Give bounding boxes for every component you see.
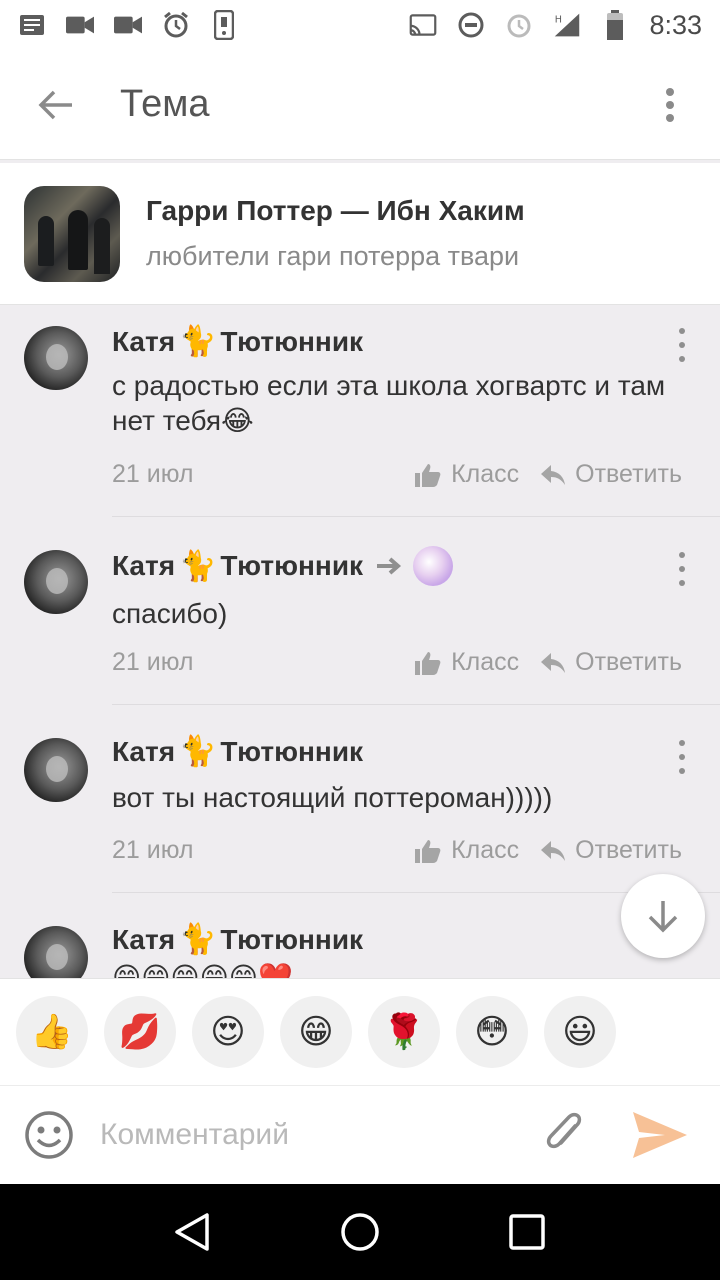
nav-home-button[interactable] bbox=[330, 1202, 390, 1262]
send-icon bbox=[633, 1112, 687, 1158]
comment-menu-button[interactable] bbox=[674, 740, 690, 774]
comment-item: Катя 🐈 Тютюнник спасибо) 21 июл Класс Отве… bbox=[0, 518, 720, 706]
system-nav-bar bbox=[0, 1184, 720, 1280]
alarm-icon bbox=[505, 12, 533, 38]
comment-author[interactable]: Катя 🐈 Тютюнник bbox=[112, 734, 363, 769]
sticker-thumbs-up[interactable]: 👍 bbox=[16, 996, 88, 1068]
video-icon bbox=[114, 12, 142, 38]
comment-date: 21 июл bbox=[112, 836, 194, 864]
more-vertical-icon bbox=[666, 87, 674, 122]
status-bar: H 8:33 bbox=[0, 0, 720, 50]
comment-text: 😁😁😁😁😁❤️ bbox=[112, 962, 293, 978]
quick-sticker-bar: 👍 💋 😍 😁 🌹 😳 😃 bbox=[0, 978, 720, 1085]
group-avatar[interactable] bbox=[24, 185, 120, 282]
comment-item: Катя 🐈 Тютюнник 😁😁😁😁😁❤️ bbox=[0, 894, 720, 978]
divider bbox=[112, 516, 720, 517]
comment-list[interactable]: Катя 🐈 Тютюнник с радостью если эта школа … bbox=[0, 306, 720, 978]
like-button[interactable]: Класс bbox=[415, 460, 519, 489]
comment-input-bar bbox=[0, 1085, 720, 1184]
comment-date: 21 июл bbox=[112, 648, 194, 676]
reply-icon bbox=[541, 652, 566, 673]
svg-text:H: H bbox=[555, 14, 562, 25]
group-subtitle: любители гари потерра твари bbox=[146, 241, 520, 271]
comment-author[interactable]: Катя 🐈 Тютюнник bbox=[112, 922, 363, 957]
dnd-icon bbox=[457, 12, 485, 38]
reply-button[interactable]: Ответить bbox=[541, 836, 682, 865]
attach-button[interactable] bbox=[540, 1108, 590, 1162]
avatar[interactable] bbox=[24, 550, 88, 614]
reply-icon bbox=[541, 840, 566, 861]
send-button[interactable] bbox=[630, 1108, 690, 1162]
smiley-icon bbox=[25, 1111, 73, 1159]
page-title: Тема bbox=[120, 83, 210, 125]
phone-icon bbox=[210, 10, 238, 40]
nav-back-button[interactable] bbox=[163, 1202, 223, 1262]
paperclip-icon bbox=[546, 1112, 582, 1149]
group-name[interactable]: Гарри Поттер — Ибн Хаким bbox=[146, 195, 525, 227]
battery-icon bbox=[601, 10, 629, 40]
arrow-down-icon bbox=[648, 901, 678, 933]
square-recents-icon bbox=[508, 1214, 545, 1250]
video-icon bbox=[66, 12, 94, 38]
comment-date: 21 июл bbox=[112, 460, 194, 488]
alarm-icon bbox=[162, 11, 190, 38]
comment-text: с радостью если эта школа хогвартс и там… bbox=[112, 370, 666, 436]
app-bar: Тема bbox=[0, 50, 720, 160]
scroll-down-button[interactable] bbox=[621, 874, 705, 958]
avatar[interactable] bbox=[24, 326, 88, 390]
news-icon bbox=[18, 12, 46, 38]
cat-emoji-icon: 🐈 bbox=[179, 923, 217, 956]
comment-item: Катя 🐈 Тютюнник с радостью если эта школа … bbox=[0, 306, 720, 518]
signal-icon: H bbox=[553, 12, 581, 38]
group-header[interactable]: Гарри Поттер — Ибн Хаким любители гари п… bbox=[0, 163, 720, 305]
sticker-heart-eyes[interactable]: 😍 bbox=[192, 996, 264, 1068]
avatar[interactable] bbox=[24, 926, 88, 978]
comment-menu-button[interactable] bbox=[674, 552, 690, 586]
comment-input[interactable] bbox=[100, 1105, 520, 1165]
comment-author[interactable]: Катя 🐈 Тютюнник bbox=[112, 546, 454, 586]
emoji-button[interactable] bbox=[22, 1108, 76, 1162]
circle-home-icon bbox=[341, 1213, 379, 1251]
thumbs-up-icon bbox=[415, 463, 441, 487]
comment-item: Катя 🐈 Тютюнник вот ты настоящий поттерома… bbox=[0, 706, 720, 894]
cast-icon bbox=[409, 12, 437, 38]
nav-recents-button[interactable] bbox=[497, 1202, 557, 1262]
overflow-menu-button[interactable] bbox=[650, 77, 690, 133]
comment-author[interactable]: Катя 🐈 Тютюнник bbox=[112, 324, 363, 359]
reply-button[interactable]: Ответить bbox=[541, 648, 682, 677]
thumbs-up-icon bbox=[415, 651, 441, 675]
comment-menu-button[interactable] bbox=[674, 328, 690, 362]
like-button[interactable]: Класс bbox=[415, 836, 519, 865]
comment-text: спасибо) bbox=[112, 598, 228, 629]
thumbs-up-icon bbox=[415, 839, 441, 863]
like-button[interactable]: Класс bbox=[415, 648, 519, 677]
reply-icon bbox=[541, 464, 566, 485]
reply-button[interactable]: Ответить bbox=[541, 460, 682, 489]
comment-text: вот ты настоящий поттероман))))) bbox=[112, 782, 553, 813]
triangle-back-icon bbox=[175, 1213, 210, 1251]
status-time: 8:33 bbox=[649, 9, 702, 40]
reply-to-arrow-icon bbox=[377, 556, 403, 576]
back-button[interactable] bbox=[28, 77, 84, 133]
sticker-smile[interactable]: 😃 bbox=[544, 996, 616, 1068]
cat-emoji-icon: 🐈 bbox=[179, 735, 217, 768]
arrow-left-icon bbox=[38, 90, 72, 119]
reply-to-avatar[interactable] bbox=[413, 546, 454, 586]
cat-emoji-icon: 🐈 bbox=[179, 549, 217, 583]
avatar[interactable] bbox=[24, 738, 88, 802]
cat-emoji-icon: 🐈 bbox=[179, 325, 217, 358]
sticker-kiss[interactable]: 💋 bbox=[104, 996, 176, 1068]
sticker-grin[interactable]: 😁 bbox=[280, 996, 352, 1068]
sticker-rose[interactable]: 🌹 bbox=[368, 996, 440, 1068]
divider bbox=[112, 704, 720, 705]
sticker-flushed[interactable]: 😳 bbox=[456, 996, 528, 1068]
